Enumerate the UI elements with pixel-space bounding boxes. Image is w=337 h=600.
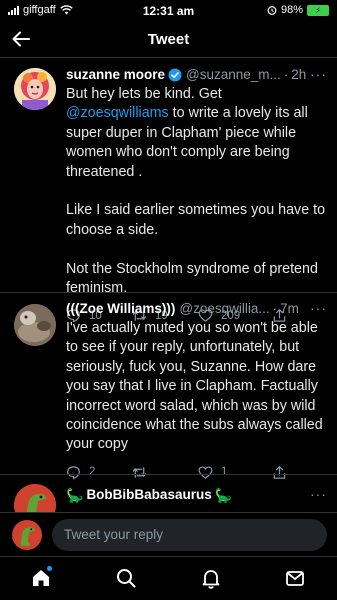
display-name[interactable]: suzanne moore (66, 66, 165, 84)
tweet-suzanne[interactable]: suzanne moore @suzanne_m... · 2h ··· But… (0, 66, 337, 323)
header: Tweet (0, 22, 337, 56)
avatar[interactable] (14, 68, 56, 110)
divider (0, 292, 337, 293)
timestamp[interactable]: 2h (291, 66, 306, 84)
tweet-text: But hey lets be kind. Get @zoesqwilliams… (66, 85, 327, 298)
tweet-text-part: to write a lovely its all super duper in… (66, 105, 326, 297)
separator-dot: · (272, 301, 278, 316)
reply-composer: Tweet your reply (0, 512, 337, 556)
bottom-nav (0, 556, 337, 600)
avatar[interactable] (14, 304, 56, 346)
reply-input[interactable]: Tweet your reply (52, 519, 327, 551)
alarm-icon (267, 6, 277, 15)
tweet-text: I've actually muted you so won't be able… (66, 320, 323, 453)
share-button[interactable] (272, 465, 287, 480)
verified-badge-icon (168, 68, 182, 82)
display-name[interactable]: (((Zoe Williams))) (66, 300, 175, 318)
tweet-actions: 2 1 (66, 465, 327, 480)
more-options-icon[interactable]: ··· (310, 66, 327, 82)
retweet-icon (132, 467, 147, 478)
tweet-body: (((Zoe Williams))) @zoesqwillia... · 7m … (66, 300, 327, 480)
display-name[interactable]: BobBibBabasaurus (86, 486, 211, 504)
like-count: 1 (221, 466, 228, 479)
avatar-photo (14, 304, 56, 346)
reply-icon (67, 466, 80, 480)
reply-button[interactable]: 2 (66, 465, 132, 480)
heart-icon (198, 466, 213, 479)
user-avatar[interactable] (12, 520, 42, 550)
retweet-button[interactable] (132, 465, 198, 480)
tweet-body: 🦕 BobBibBabasaurus 🦕 ··· (66, 486, 327, 504)
like-button[interactable]: 1 (198, 465, 264, 480)
sauropod-emoji-icon: 🦕 (214, 487, 233, 503)
search-icon[interactable] (115, 567, 137, 589)
status-bar: giffgaff 12:31 am 98% ⚡ (0, 0, 337, 20)
mention-link[interactable]: @zoesqwilliams (66, 105, 169, 121)
tweet-header: suzanne moore @suzanne_m... · 2h (66, 66, 327, 84)
reply-count: 2 (89, 466, 96, 479)
messages-icon[interactable] (284, 567, 306, 589)
handle[interactable]: @zoesqwillia... (179, 300, 269, 318)
avatar-dinosaur (12, 520, 42, 550)
more-options-icon[interactable]: ··· (310, 486, 327, 502)
page-title: Tweet (147, 31, 190, 48)
share-icon (273, 465, 286, 479)
tweet-text-part: But hey lets be kind. Get (66, 86, 222, 102)
tweet-header: (((Zoe Williams))) @zoesqwillia... · 7m (66, 300, 327, 318)
more-options-icon[interactable]: ··· (310, 300, 327, 316)
sauropod-emoji-icon: 🦕 (66, 487, 84, 503)
tweet-header: 🦕 BobBibBabasaurus 🦕 (66, 486, 327, 504)
handle[interactable]: @suzanne_m... (186, 66, 281, 84)
timestamp[interactable]: 7m (280, 300, 299, 318)
avatar-illustration (14, 68, 56, 110)
notifications-icon[interactable] (200, 567, 222, 589)
battery-icon: ⚡ (307, 4, 329, 16)
separator-dot: · (283, 67, 289, 82)
battery-percent: 98% (280, 4, 303, 16)
tweet-zoe[interactable]: (((Zoe Williams))) @zoesqwillia... · 7m … (0, 300, 337, 480)
status-right: 98% ⚡ (267, 4, 329, 16)
divider (0, 474, 337, 475)
notification-dot (47, 566, 52, 571)
tweet-body: suzanne moore @suzanne_m... · 2h ··· But… (66, 66, 327, 323)
divider (0, 57, 337, 58)
